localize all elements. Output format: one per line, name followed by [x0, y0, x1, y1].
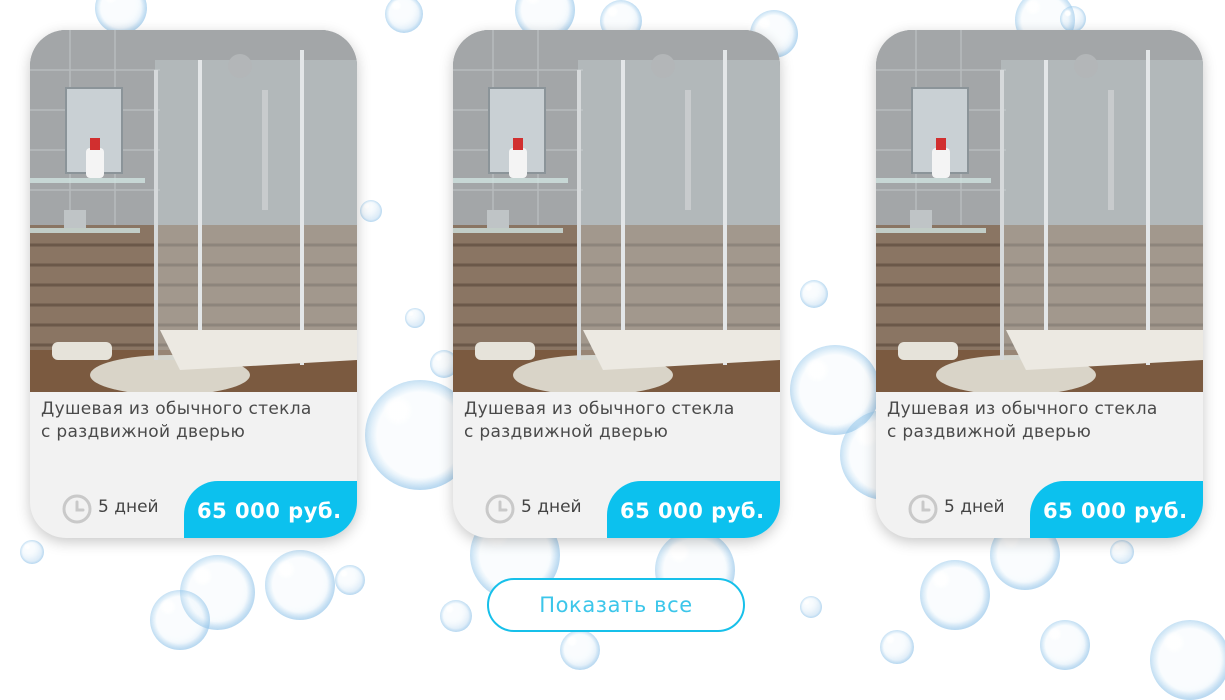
bubble [1110, 540, 1134, 564]
product-title-line: Душевая из обычного стекла [887, 399, 1158, 419]
bubble [405, 308, 425, 328]
product-card[interactable]: Душевая из обычного стекла с раздвижной … [876, 30, 1203, 538]
bubble [800, 280, 828, 308]
product-card[interactable]: Душевая из обычного стекла с раздвижной … [453, 30, 780, 538]
clock-icon [485, 494, 515, 524]
price-badge: 65 000 руб. [607, 481, 780, 538]
product-title[interactable]: Душевая из обычного стекла с раздвижной … [887, 398, 1197, 444]
bubble [1060, 6, 1086, 32]
bubble [20, 540, 44, 564]
product-title-line: с раздвижной дверью [887, 422, 1092, 442]
bubble [560, 630, 600, 670]
bubble [880, 630, 914, 664]
bubble [265, 550, 335, 620]
delivery-duration: 5 дней [944, 497, 1005, 517]
product-card[interactable]: Душевая из обычного стекла с раздвижной … [30, 30, 357, 538]
product-title-line: с раздвижной дверью [464, 422, 669, 442]
shower-cabin-photo [453, 30, 780, 392]
bubble [440, 600, 472, 632]
bubble [150, 590, 210, 650]
bubble [335, 565, 365, 595]
delivery-duration: 5 дней [521, 497, 582, 517]
clock-icon [908, 494, 938, 524]
bubble [95, 0, 147, 34]
bubble [1150, 620, 1225, 700]
price-badge: 65 000 руб. [1030, 481, 1203, 538]
bubble [800, 596, 822, 618]
shower-cabin-photo [30, 30, 357, 392]
price-badge: 65 000 руб. [184, 481, 357, 538]
shower-cabin-photo [876, 30, 1203, 392]
product-title-line: Душевая из обычного стекла [41, 399, 312, 419]
show-all-button[interactable]: Показать все [487, 578, 745, 632]
product-title-line: Душевая из обычного стекла [464, 399, 735, 419]
bubble [360, 200, 382, 222]
bubble [385, 0, 423, 33]
product-title-line: с раздвижной дверью [41, 422, 246, 442]
delivery-duration: 5 дней [98, 497, 159, 517]
product-title[interactable]: Душевая из обычного стекла с раздвижной … [41, 398, 351, 444]
bubble [920, 560, 990, 630]
clock-icon [62, 494, 92, 524]
product-title[interactable]: Душевая из обычного стекла с раздвижной … [464, 398, 774, 444]
